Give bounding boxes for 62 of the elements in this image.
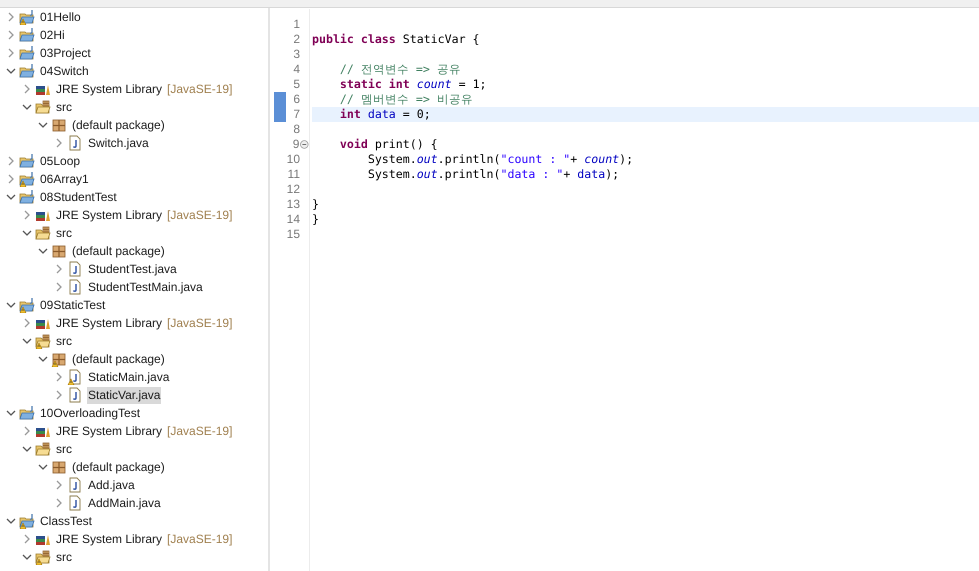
fold-icon[interactable] (300, 140, 309, 149)
code-line: // 멤버변수 => 비공유 (338, 92, 473, 106)
tree-item[interactable]: 02Hi (39, 26, 66, 44)
tree-item[interactable]: src (55, 440, 73, 458)
line-number: 5 (292, 77, 300, 92)
tree-item[interactable]: 08StudentTest (39, 188, 118, 206)
tree-item[interactable]: Add.java (87, 476, 136, 494)
tree-item[interactable]: (default package) (71, 116, 166, 134)
tree-item[interactable]: JRE System Library (55, 422, 164, 440)
tree-item[interactable]: src (55, 224, 73, 242)
tree-item[interactable]: 04Switch (39, 62, 90, 80)
code-line: public class StaticVar { (312, 32, 480, 46)
code-line: System.out.println("data : "+ data); (366, 167, 620, 181)
tree-item[interactable]: 09StaticTest (39, 296, 106, 314)
code-line: } (312, 212, 319, 226)
tree-item[interactable]: 06Array1 (39, 170, 90, 188)
line-number: 15 (286, 227, 300, 242)
tree-item[interactable]: 01Hello (39, 8, 82, 26)
line-number: 7 (292, 107, 300, 122)
line-number: 10 (286, 152, 300, 167)
code-line: int data = 0; (338, 107, 431, 121)
line-number: 12 (286, 182, 300, 197)
code-line: // 전역변수 => 공유 (338, 62, 461, 76)
line-number: 13 (286, 197, 300, 212)
tree-item[interactable]: StudentTestMain.java (87, 278, 204, 296)
code-line: System.out.println("count : "+ count); (366, 152, 634, 166)
tree-item[interactable]: (default package) (71, 242, 166, 260)
tree-item[interactable]: (default package) (71, 350, 166, 368)
line-number: 1 (292, 17, 300, 32)
line-number: 3 (292, 47, 300, 62)
tree-item[interactable]: src (55, 98, 73, 116)
tree-item[interactable]: JRE System Library (55, 206, 164, 224)
line-number: 9 (292, 137, 300, 152)
tree-item[interactable]: src (55, 332, 73, 350)
tree-item[interactable]: AddMain.java (87, 494, 162, 512)
tree-item[interactable]: ClassTest (39, 512, 94, 530)
tree-item[interactable]: StaticMain.java (87, 368, 170, 386)
library-version: [JavaSE-19] (167, 531, 232, 548)
library-version: [JavaSE-19] (167, 207, 232, 224)
tree-item[interactable]: (default package) (71, 458, 166, 476)
tree-item[interactable]: 03Project (39, 44, 92, 62)
line-number: 8 (292, 122, 300, 137)
code-line: } (312, 197, 319, 211)
tree-item[interactable]: JRE System Library (55, 314, 164, 332)
line-number: 2 (292, 32, 300, 47)
tree-item[interactable]: 05Loop (39, 152, 82, 170)
tree-item[interactable]: 10OverloadingTest (39, 404, 142, 422)
line-number: 11 (286, 167, 300, 182)
code-line: static int count = 1; (338, 77, 487, 91)
tree-item[interactable]: StudentTest.java (87, 260, 178, 278)
line-number: 4 (292, 62, 300, 77)
library-version: [JavaSE-19] (167, 81, 232, 98)
tree-item[interactable]: StaticVar.java (87, 386, 162, 404)
library-version: [JavaSE-19] (167, 423, 232, 440)
line-number: 6 (292, 92, 300, 107)
tree-item[interactable]: JRE System Library (55, 530, 164, 548)
tree-item[interactable]: Switch.java (87, 134, 150, 152)
tree-item[interactable]: JRE System Library (55, 80, 164, 98)
line-number: 14 (286, 212, 300, 227)
library-version: [JavaSE-19] (167, 315, 232, 332)
code-line: void print() { (338, 137, 438, 151)
tree-item[interactable]: src (55, 548, 73, 566)
